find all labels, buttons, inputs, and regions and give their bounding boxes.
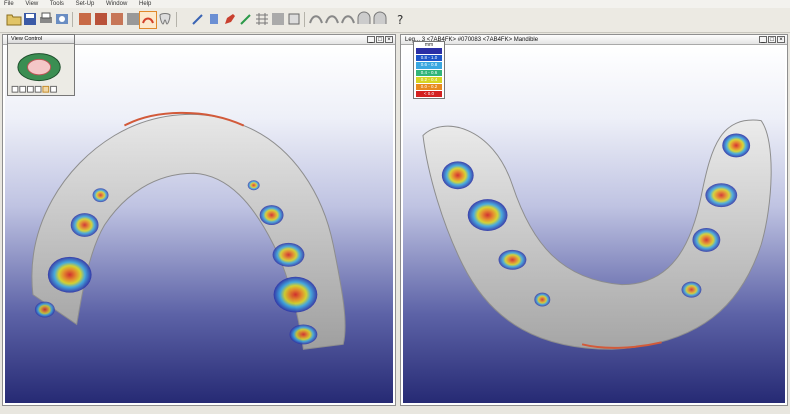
model-icon[interactable] bbox=[270, 11, 286, 27]
mandible-arch bbox=[422, 119, 772, 350]
minimize-button[interactable]: _ bbox=[759, 36, 767, 43]
legend-range: 0.0 - 0.2 bbox=[416, 83, 442, 92]
menu-file[interactable]: File bbox=[4, 0, 14, 8]
view-control-title: View Control bbox=[8, 35, 74, 44]
curve-icon[interactable] bbox=[324, 11, 340, 27]
distance-legend: mm 0.8 - 1.0 0.6 - 0.8 0.4 - 0.6 0.2 - 0.4 0… bbox=[413, 41, 445, 99]
zoom-icon bbox=[34, 85, 42, 93]
svg-text:?: ? bbox=[397, 13, 403, 27]
crop-icon[interactable] bbox=[286, 11, 302, 27]
menu-window[interactable]: Window bbox=[106, 0, 127, 8]
tooth-icon[interactable] bbox=[157, 11, 173, 27]
arch-icon[interactable] bbox=[356, 11, 372, 27]
menu-tools[interactable]: Tools bbox=[50, 0, 64, 8]
pan-icon bbox=[42, 85, 50, 93]
pen-icon[interactable] bbox=[238, 11, 254, 27]
toolbar-separator bbox=[176, 12, 177, 27]
model-icon[interactable] bbox=[77, 11, 93, 27]
toolbar-separator bbox=[304, 12, 305, 27]
legend-scale: 0.8 - 1.0 0.6 - 0.8 0.4 - 0.6 0.2 - 0.4 0.0 … bbox=[414, 48, 444, 99]
occlusion-map-icon[interactable] bbox=[139, 11, 157, 29]
zoom-fit-icon bbox=[27, 85, 34, 93]
maximize-button[interactable]: □ bbox=[768, 36, 776, 43]
legend-range bbox=[416, 48, 442, 56]
legend-range: 0.6 - 0.8 bbox=[416, 62, 442, 70]
curve-icon[interactable] bbox=[340, 11, 356, 27]
save-icon[interactable] bbox=[22, 11, 38, 27]
open-icon[interactable] bbox=[6, 11, 22, 27]
view-rotation-widget[interactable] bbox=[8, 44, 74, 96]
settings-icon[interactable] bbox=[54, 11, 70, 27]
help-icon[interactable]: ? bbox=[392, 11, 408, 27]
toolbar: ? bbox=[0, 8, 790, 33]
maximize-button[interactable]: □ bbox=[376, 36, 384, 43]
zoom-in-icon bbox=[11, 85, 19, 93]
pane-title: Leg... 3 <7AB4FK> #070083 <7AB4FK> Mandi… bbox=[401, 35, 787, 45]
legend-range: < 0.0 bbox=[416, 91, 442, 99]
pen-icon[interactable] bbox=[222, 11, 238, 27]
window-buttons: _ □ × bbox=[759, 36, 785, 43]
model-icon[interactable] bbox=[93, 11, 109, 27]
legend-range: 0.2 - 0.4 bbox=[416, 76, 442, 84]
arch-icon[interactable] bbox=[372, 11, 388, 27]
close-button[interactable]: × bbox=[385, 36, 393, 43]
model-icon[interactable] bbox=[109, 11, 125, 27]
menu-help[interactable]: Help bbox=[139, 0, 151, 8]
view-control-panel[interactable]: View Control bbox=[7, 34, 75, 96]
menu-setup[interactable]: Set-Up bbox=[76, 0, 95, 8]
mandible-view-pane: Leg... 3 <7AB4FK> #070083 <7AB4FK> Mandi… bbox=[400, 34, 788, 406]
3d-viewport[interactable] bbox=[403, 46, 785, 403]
status-bar bbox=[0, 406, 790, 414]
toolbar-separator bbox=[72, 12, 73, 27]
move-icon bbox=[50, 85, 57, 93]
minimize-button[interactable]: _ bbox=[367, 36, 375, 43]
legend-range: 0.4 - 0.6 bbox=[416, 69, 442, 77]
zoom-out-icon bbox=[19, 85, 27, 93]
print-icon[interactable] bbox=[38, 11, 54, 27]
curve-icon[interactable] bbox=[308, 11, 324, 27]
window-buttons: _ □ × bbox=[367, 36, 393, 43]
menu-bar: File View Tools Set-Up Window Help bbox=[0, 0, 790, 8]
close-button[interactable]: × bbox=[777, 36, 785, 43]
mandible-scan-render bbox=[422, 119, 772, 350]
brush-icon[interactable] bbox=[206, 11, 222, 27]
grid-icon[interactable] bbox=[254, 11, 270, 27]
legend-range: 0.8 - 1.0 bbox=[416, 55, 442, 63]
menu-view[interactable]: View bbox=[25, 0, 38, 8]
wand-icon[interactable] bbox=[190, 11, 206, 27]
